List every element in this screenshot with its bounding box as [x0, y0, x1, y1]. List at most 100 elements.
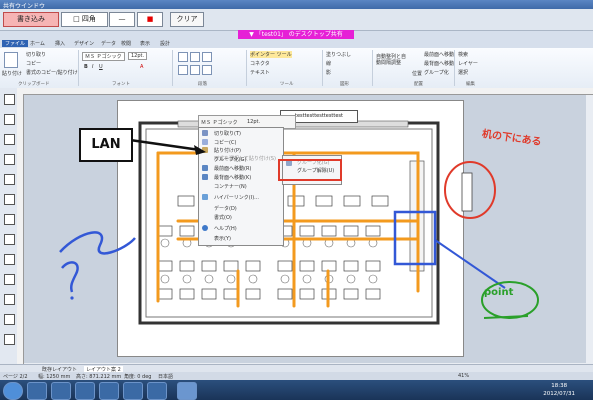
app-window-icon[interactable]: [123, 382, 143, 400]
mini-font-size[interactable]: 12pt.: [247, 119, 260, 125]
clock-time: 18:38: [551, 383, 568, 389]
status-height: 高さ: 871.212 mm: [76, 374, 122, 380]
clear-button[interactable]: クリア: [170, 12, 204, 27]
group-submenu: グループ解除(U) グループ化(G): [282, 155, 342, 185]
submenu-item-ungroup[interactable]: グループ解除(U): [297, 167, 334, 174]
submenu-item-group[interactable]: グループ化(G): [297, 159, 329, 166]
drawing-page[interactable]: [117, 100, 464, 357]
menu-item-data[interactable]: データ(D): [214, 205, 237, 212]
tab-view[interactable]: 表示: [140, 40, 150, 47]
visio-icon[interactable]: [177, 382, 197, 400]
pointer-tool-button[interactable]: ポインター ツール: [250, 51, 292, 58]
font-size-select[interactable]: 12pt.: [128, 52, 148, 60]
find-button[interactable]: 検索: [458, 51, 468, 58]
group-button[interactable]: グループ化: [424, 69, 449, 76]
stencil-shape-icon[interactable]: [4, 154, 15, 165]
ie-browser-icon[interactable]: [27, 382, 47, 400]
folder-icon[interactable]: [99, 382, 119, 400]
app-window-icon[interactable]: [147, 382, 167, 400]
start-button-icon[interactable]: [3, 382, 23, 400]
line-style-select[interactable]: —: [109, 12, 135, 27]
group-tools-label: ツール: [280, 82, 294, 87]
menu-item-group[interactable]: グループ化(G): [214, 156, 246, 163]
stencil-shape-icon[interactable]: [4, 234, 15, 245]
tab-design[interactable]: デザイン: [74, 40, 94, 47]
horizontal-ruler: [17, 88, 593, 95]
mini-font-name[interactable]: ＭＳ Ｐゴシック: [201, 119, 238, 126]
fill-button[interactable]: 塗りつぶし: [326, 51, 351, 58]
tab-file[interactable]: ファイル: [2, 40, 29, 47]
pen-color-select[interactable]: ■: [137, 12, 163, 27]
menu-item-format[interactable]: 書式(O): [214, 214, 232, 221]
send-back-button[interactable]: 最背面へ移動: [424, 60, 454, 67]
ribbon-separator: [372, 50, 373, 86]
auto-align-button[interactable]: 自動整列と自動間隔調整: [376, 54, 406, 66]
write-button[interactable]: 書き込み: [3, 12, 59, 27]
copy-button[interactable]: コピー: [26, 60, 41, 67]
status-width: 幅: 1250 mm: [38, 374, 71, 380]
layer-button[interactable]: レイヤー: [458, 60, 478, 67]
ribbon-separator: [246, 50, 247, 86]
menu-item-hyperlink[interactable]: ハイパーリンク(I)...: [214, 194, 259, 201]
paste-icon[interactable]: [4, 52, 18, 68]
taskbar-clock[interactable]: 18:38 2012/07/31: [543, 382, 575, 398]
select-button[interactable]: 選択: [458, 69, 468, 76]
align-center-icon[interactable]: [190, 65, 200, 75]
menu-item-bring-front[interactable]: 最前面へ移動(R): [214, 165, 251, 172]
point-label: point: [484, 287, 514, 298]
tab-home[interactable]: ホーム: [30, 40, 45, 47]
ribbon: 貼り付け 切り取り コピー 書式のコピー/貼り付け クリップボード ＭＳ Ｐゴシ…: [0, 48, 593, 89]
status-zoom[interactable]: 41%: [458, 373, 469, 379]
paste-label[interactable]: 貼り付け: [2, 70, 22, 77]
stencil-shape-icon[interactable]: [4, 174, 15, 185]
format-copy-button[interactable]: 書式のコピー/貼り付け: [26, 69, 78, 76]
stencil-shape-icon[interactable]: [4, 294, 15, 305]
tab-review[interactable]: 校閲: [121, 40, 131, 47]
menu-item-send-back[interactable]: 最背面へ移動(K): [214, 174, 251, 181]
font-name-select[interactable]: ＭＳ Ｐゴシック: [82, 52, 125, 61]
tab-layout[interactable]: 設計: [160, 40, 170, 47]
underline-button[interactable]: U: [99, 64, 103, 70]
menu-item-paste[interactable]: 貼り付け(P): [214, 147, 241, 154]
paste-icon: [202, 147, 208, 153]
stencil-shape-icon[interactable]: [4, 134, 15, 145]
media-player-icon[interactable]: [51, 382, 71, 400]
line-button[interactable]: 線: [326, 60, 331, 67]
explorer-folder-icon[interactable]: [75, 382, 95, 400]
align-left-icon[interactable]: [178, 65, 188, 75]
align-right-icon[interactable]: [202, 65, 212, 75]
connector-button[interactable]: コネクタ: [250, 60, 270, 67]
align-top-icon[interactable]: [178, 52, 188, 62]
font-color-button[interactable]: A: [140, 64, 143, 70]
align-bottom-icon[interactable]: [202, 52, 212, 62]
menu-item-view[interactable]: 表示(Y): [214, 235, 231, 242]
italic-button[interactable]: I: [92, 64, 93, 70]
ribbon-separator: [78, 50, 79, 86]
text-tool-button[interactable]: テキスト: [250, 69, 270, 76]
menu-item-cut[interactable]: 切り取り(T): [214, 130, 241, 137]
bold-button[interactable]: B: [84, 64, 88, 70]
shape-select[interactable]: □ 四角: [61, 12, 108, 27]
group-shape-label: 図形: [340, 82, 349, 87]
stencil-shape-icon[interactable]: [4, 194, 15, 205]
stencil-shape-icon[interactable]: [4, 254, 15, 265]
stencil-shape-icon[interactable]: [4, 334, 15, 345]
status-page: ページ 2/2: [3, 374, 28, 380]
stencil-shape-icon[interactable]: [4, 114, 15, 125]
menu-item-help[interactable]: ヘルプ(H): [214, 225, 237, 232]
align-middle-icon[interactable]: [190, 52, 200, 62]
menu-item-container[interactable]: コンテナー(N): [214, 183, 247, 190]
stencil-shape-icon[interactable]: [4, 314, 15, 325]
stencil-shape-icon[interactable]: [4, 274, 15, 285]
bring-front-icon: [202, 165, 208, 171]
cut-button[interactable]: 切り取り: [26, 51, 46, 58]
ribbon-separator: [322, 50, 323, 86]
shadow-button[interactable]: 影: [326, 69, 331, 76]
menu-item-copy[interactable]: コピー(C): [214, 139, 236, 146]
stencil-shape-icon[interactable]: [4, 94, 15, 105]
tab-insert[interactable]: 挿入: [55, 40, 65, 47]
tab-data[interactable]: データ: [101, 40, 116, 47]
position-button[interactable]: 位置: [412, 70, 422, 77]
stencil-shape-icon[interactable]: [4, 214, 15, 225]
bring-front-button[interactable]: 最前面へ移動: [424, 51, 454, 58]
